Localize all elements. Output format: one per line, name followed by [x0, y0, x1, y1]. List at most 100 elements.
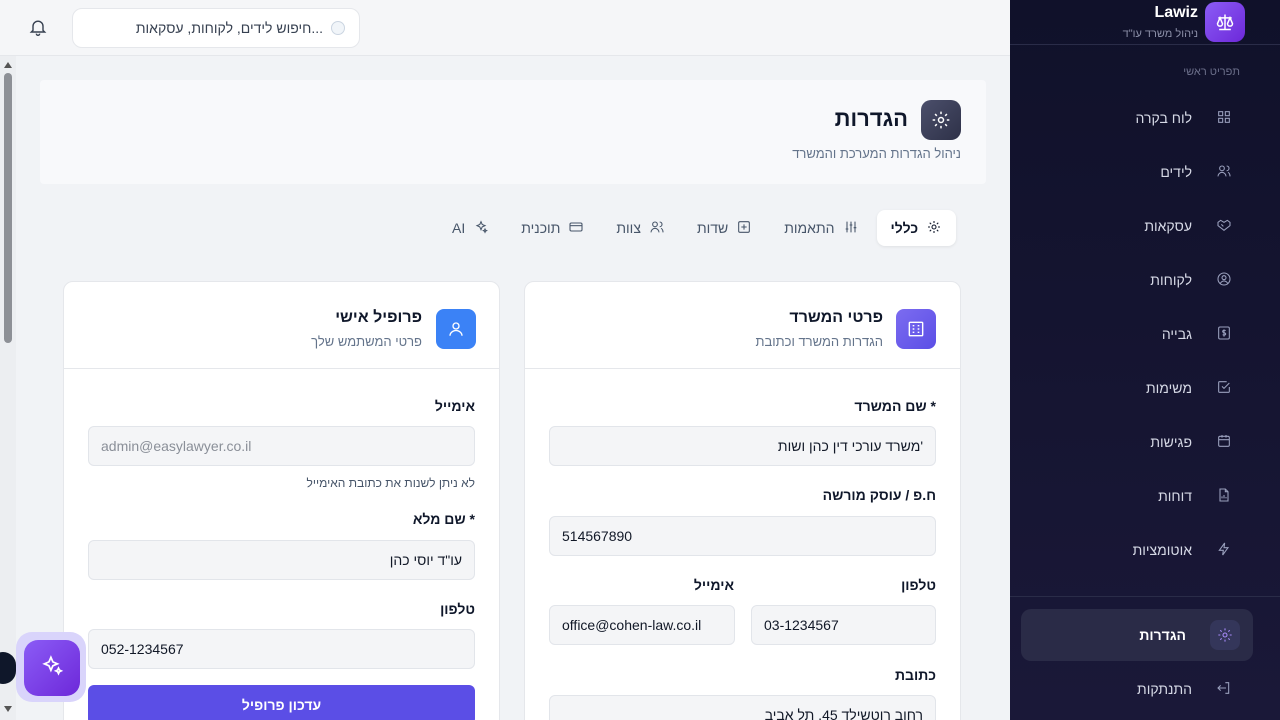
scale-icon: [1205, 2, 1245, 42]
tab-ai[interactable]: AI: [438, 210, 503, 246]
profile-email-label: אימייל: [434, 398, 475, 414]
users-icon: [649, 219, 665, 238]
ai-assistant-button[interactable]: [24, 640, 80, 696]
page-title: הגדרות: [834, 106, 908, 131]
dashboard-icon: [1216, 109, 1232, 128]
office-name-label: שם המשרד *: [854, 398, 936, 414]
menu-caption: תפריט ראשי: [1183, 66, 1240, 78]
brand: Lawiz ניהול משרד עו"ד: [1010, 0, 1280, 44]
profile-phone-label: טלפון: [440, 601, 475, 617]
gear-icon: [926, 219, 942, 238]
sidebar: Lawiz ניהול משרד עו"ד תפריט ראשי לוח בקר…: [1010, 0, 1280, 720]
file-chart-icon: [1216, 487, 1232, 506]
gear-icon: [921, 100, 961, 140]
tab-label: צוות: [616, 220, 641, 236]
tab-label: שדות: [696, 220, 729, 236]
office-name-field[interactable]: משרד עורכי דין כהן ושות': [549, 426, 936, 466]
sidebar-item-reports[interactable]: דוחות: [1022, 471, 1252, 521]
divider: [1010, 596, 1280, 597]
office-email-label: אימייל: [693, 577, 734, 593]
calendar-icon: [1216, 433, 1232, 452]
full-name-label: שם מלא *: [412, 511, 475, 527]
sidebar-item-label: לקוחות: [1150, 272, 1192, 288]
company-id-field[interactable]: 514567890: [549, 516, 936, 556]
checkbox-icon: [1216, 379, 1232, 398]
card-title: פרטי המשרד: [789, 309, 883, 326]
card-subtitle: פרטי המשתמש שלך: [311, 334, 422, 349]
tab-label: AI: [452, 220, 466, 236]
brand-subtitle: ניהול משרד עו"ד: [1122, 28, 1198, 40]
address-label: כתובת: [894, 667, 936, 683]
company-id-label: ח.פ / עוסק מורשה: [822, 487, 936, 503]
sparkles-icon: [39, 653, 65, 684]
card-subtitle: הגדרות המשרד וכתובת: [755, 334, 883, 349]
sidebar-item-clients[interactable]: לקוחות: [1022, 255, 1252, 305]
full-name-field[interactable]: עו"ד יוסי כהן: [88, 540, 475, 580]
divider: [1010, 44, 1280, 45]
sidebar-item-label: לוח בקרה: [1135, 110, 1192, 126]
sidebar-item-automations[interactable]: אוטומציות: [1022, 525, 1252, 575]
profile-email-field[interactable]: admin@easylawyer.co.il: [88, 426, 475, 466]
settings-tabs: כללי התאמות שדות צוות תוכנית AI: [438, 208, 957, 248]
building-icon: [896, 309, 936, 349]
sidebar-item-dashboard[interactable]: לוח בקרה: [1022, 93, 1252, 143]
sidebar-item-settings[interactable]: הגדרות: [1021, 609, 1253, 661]
tab-team[interactable]: צוות: [602, 210, 679, 246]
page-header: הגדרות ניהול הגדרות המערכת והמשרד: [40, 80, 986, 184]
tab-customizations[interactable]: התאמות: [770, 210, 872, 246]
sidebar-item-meetings[interactable]: פגישות: [1022, 417, 1252, 467]
tab-label: תוכנית: [521, 220, 561, 236]
sidebar-item-tasks[interactable]: משימות: [1022, 363, 1252, 413]
search-icon: [331, 21, 345, 35]
user-circle-icon: [1216, 271, 1232, 290]
credit-card-icon: [568, 219, 584, 238]
scroll-thumb[interactable]: [4, 73, 12, 343]
sidebar-item-label: משימות: [1146, 380, 1192, 396]
sidebar-item-label: אוטומציות: [1132, 542, 1192, 558]
sidebar-item-logout[interactable]: התנתקות: [1022, 664, 1252, 714]
user-icon: [436, 309, 476, 349]
sidebar-item-label: לידים: [1160, 164, 1192, 180]
address-field[interactable]: רחוב רוטשילד 45, תל אביב: [549, 695, 936, 720]
office-phone-label: טלפון: [901, 577, 936, 593]
topbar: חיפוש לידים, לקוחות, עסקאות...: [0, 0, 1010, 56]
tab-fields[interactable]: שדות: [683, 210, 766, 246]
sidebar-item-deals[interactable]: עסקאות: [1022, 201, 1252, 251]
search-input[interactable]: חיפוש לידים, לקוחות, עסקאות...: [72, 8, 360, 48]
sparkles-icon: [473, 219, 489, 238]
sidebar-item-leads[interactable]: לידים: [1022, 147, 1252, 197]
update-profile-button[interactable]: עדכון פרופיל: [88, 685, 475, 720]
bell-icon[interactable]: [28, 17, 48, 42]
scrollbar[interactable]: [0, 56, 16, 720]
scroll-up-arrow[interactable]: [4, 62, 12, 68]
card-header: פרטי המשרד הגדרות המשרד וכתובת: [525, 282, 960, 369]
users-icon: [1216, 163, 1232, 182]
office-phone-field[interactable]: 03-1234567: [751, 605, 936, 645]
profile-phone-field[interactable]: 052-1234567: [88, 629, 475, 669]
tab-label: כללי: [890, 220, 919, 236]
sidebar-item-label: הגדרות: [1139, 627, 1186, 643]
card-header: פרופיל אישי פרטי המשתמש שלך: [64, 282, 499, 369]
tab-plan[interactable]: תוכנית: [507, 210, 598, 246]
logout-icon: [1216, 680, 1232, 699]
zap-icon: [1216, 541, 1232, 560]
office-details-card: פרטי המשרד הגדרות המשרד וכתובת שם המשרד …: [524, 281, 961, 720]
email-hint: לא ניתן לשנות את כתובת האימייל: [306, 476, 475, 490]
sidebar-item-label: עסקאות: [1144, 218, 1192, 234]
brand-name: Lawiz: [1154, 4, 1198, 21]
tab-label: התאמות: [784, 220, 835, 236]
sidebar-item-label: גבייה: [1161, 326, 1192, 342]
sidebar-item-label: התנתקות: [1137, 681, 1192, 697]
scroll-down-arrow[interactable]: [4, 706, 12, 712]
sliders-icon: [843, 219, 859, 238]
personal-profile-card: פרופיל אישי פרטי המשתמש שלך אימייל admin…: [63, 281, 500, 720]
search-placeholder: חיפוש לידים, לקוחות, עסקאות...: [135, 20, 323, 36]
tab-general[interactable]: כללי: [876, 210, 957, 246]
plus-square-icon: [736, 219, 752, 238]
page-subtitle: ניהול הגדרות המערכת והמשרד: [792, 146, 961, 161]
sidebar-item-label: דוחות: [1158, 488, 1192, 504]
office-email-field[interactable]: office@cohen-law.co.il: [549, 605, 735, 645]
gear-icon: [1210, 620, 1240, 650]
sidebar-item-label: פגישות: [1150, 434, 1192, 450]
sidebar-item-billing[interactable]: גבייה: [1022, 309, 1252, 359]
